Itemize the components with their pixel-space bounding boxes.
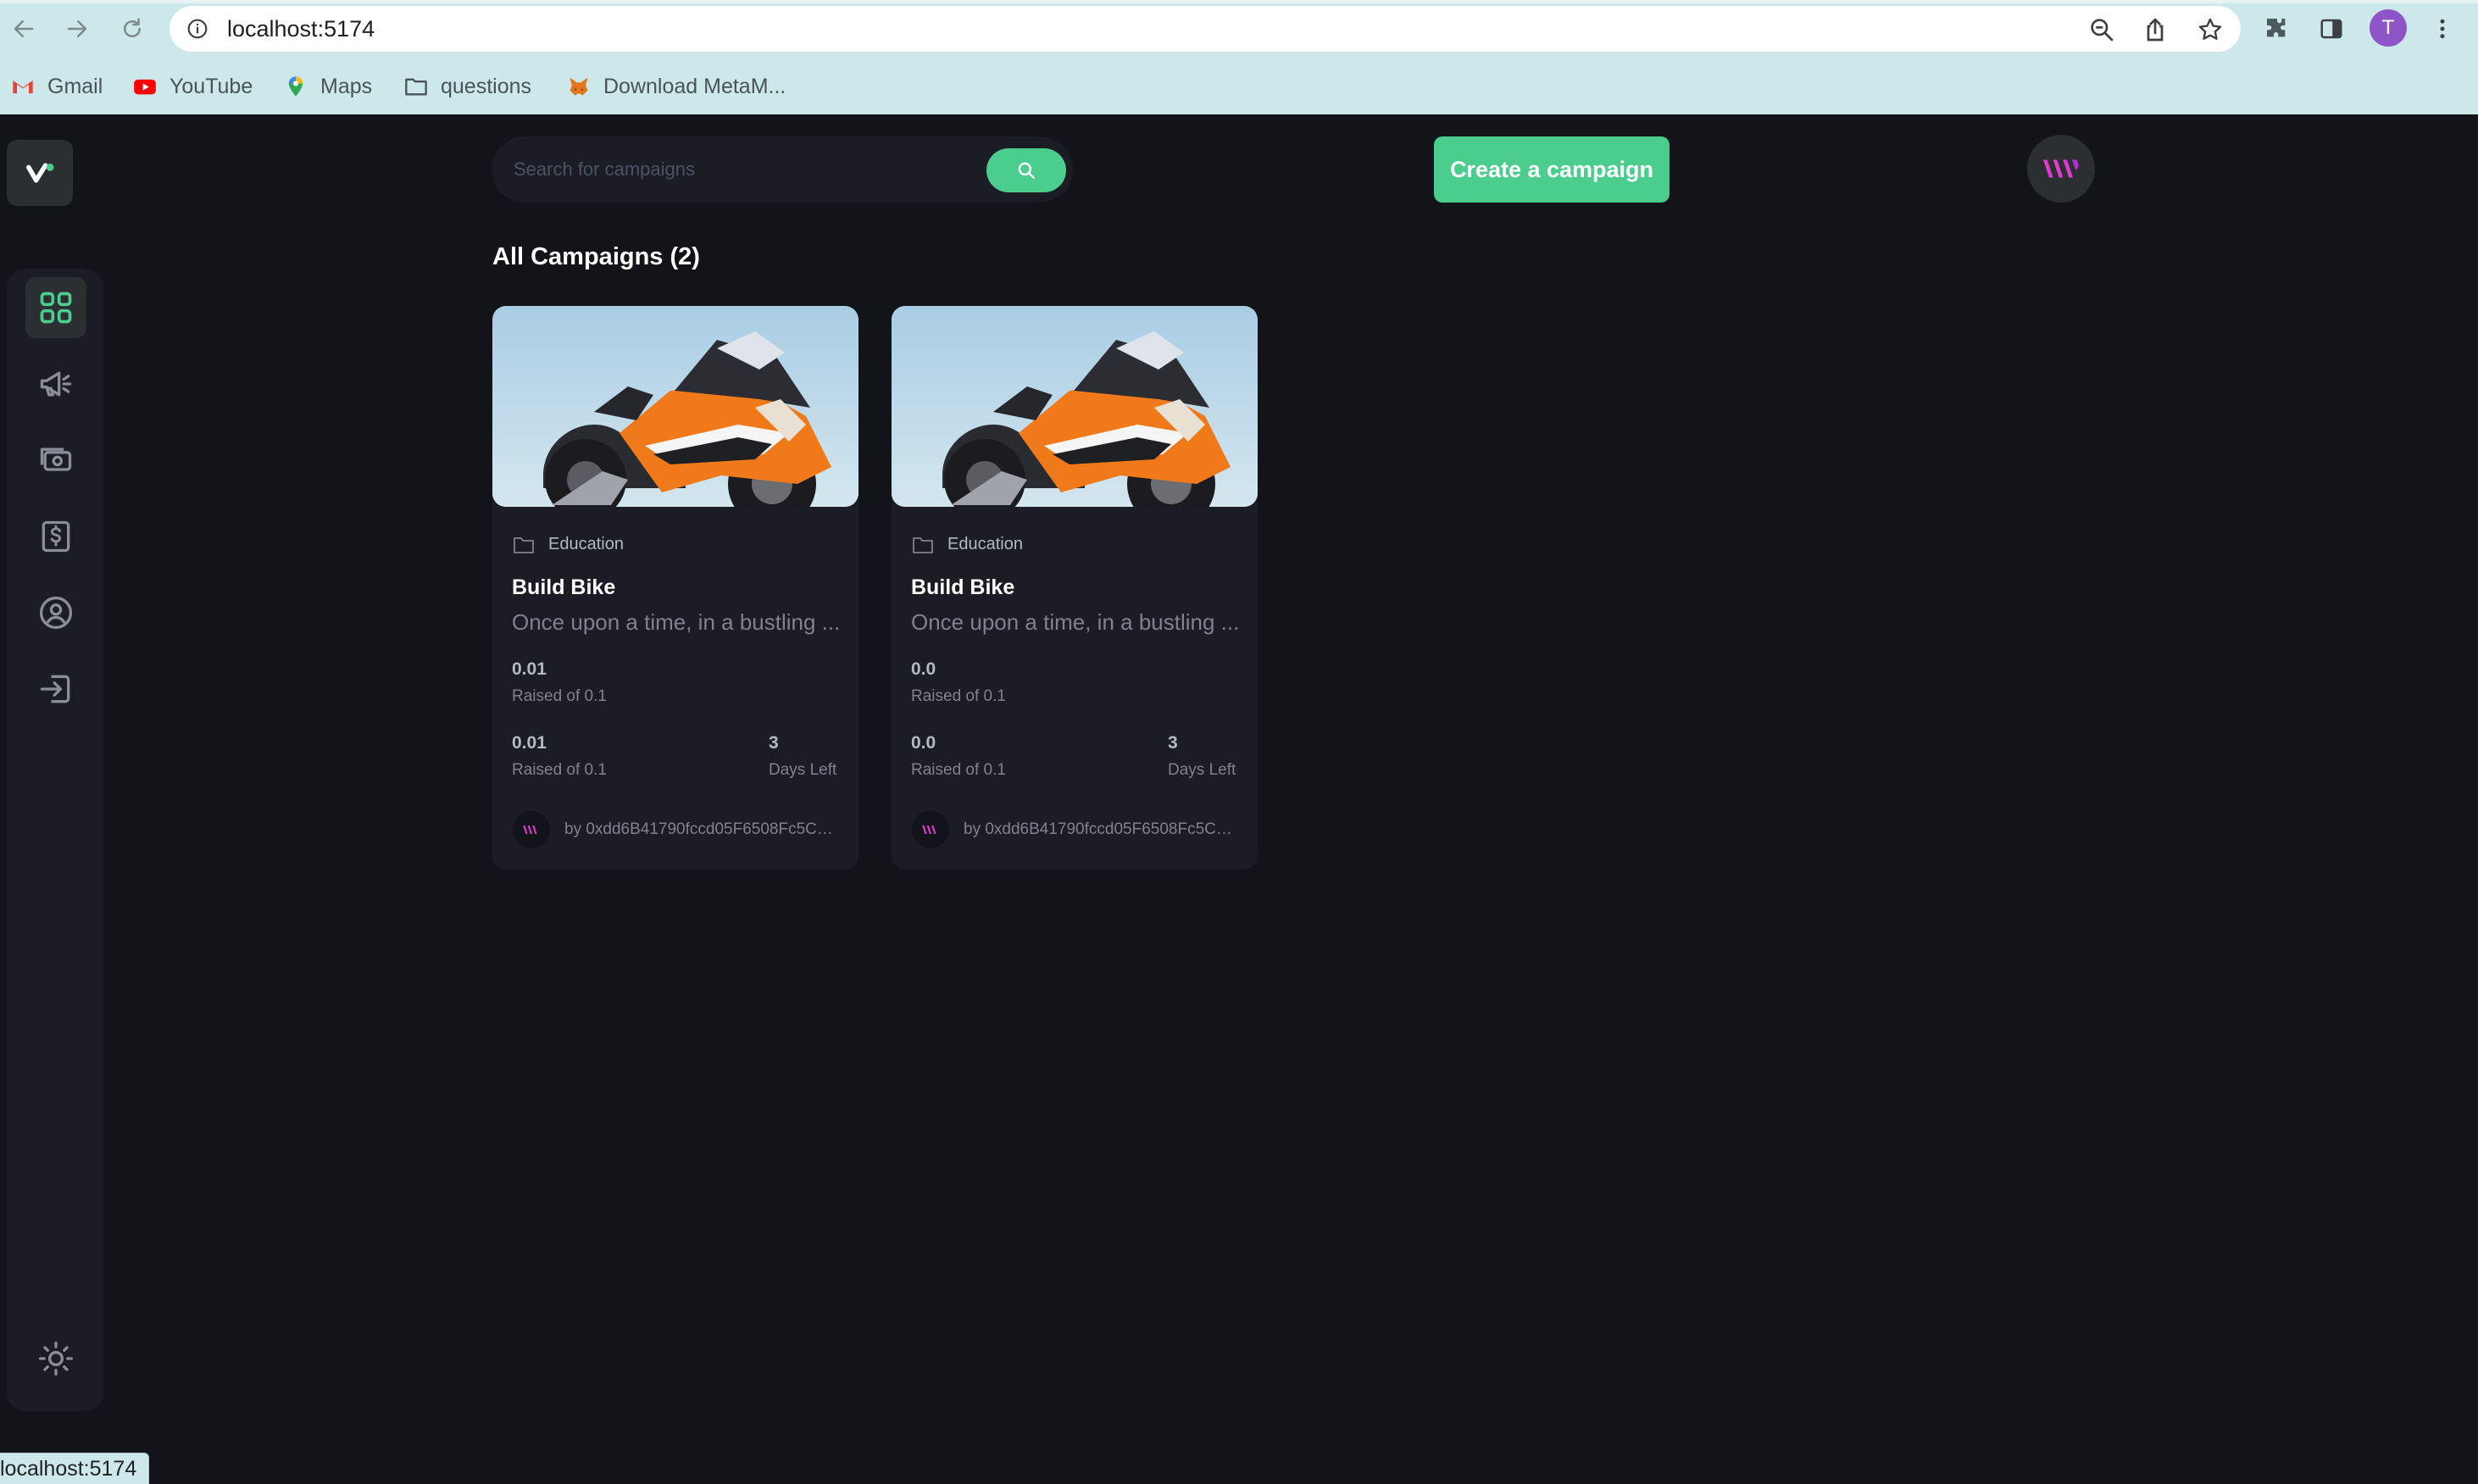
days-left-label: Days Left	[769, 761, 837, 779]
profile-icon	[39, 596, 73, 630]
raised-label: Raised of 0.1	[512, 687, 607, 705]
bookmark-gmail[interactable]: Gmail	[10, 68, 103, 105]
forward-button[interactable]	[58, 10, 96, 47]
metamask-icon	[566, 74, 592, 99]
zoom-icon[interactable]	[2088, 16, 2115, 43]
campaign-owner: by 0xdd6B41790fccd05F6508Fc5CBF...	[964, 820, 1242, 838]
folder-icon	[403, 74, 429, 99]
back-button[interactable]	[5, 10, 42, 47]
campaign-owner: by 0xdd6B41790fccd05F6508Fc5CBF...	[564, 820, 842, 838]
campaign-icon	[40, 371, 72, 397]
folder-icon	[514, 536, 534, 553]
search-icon	[1018, 162, 1035, 179]
sidebar-item-campaigns[interactable]	[25, 353, 86, 414]
address-url: localhost:5174	[227, 16, 375, 42]
page-title: All Campaigns (2)	[492, 243, 700, 270]
campaign-title: Build Bike	[911, 575, 1015, 599]
bookmark-maps[interactable]: Maps	[283, 68, 372, 105]
search-input[interactable]	[512, 150, 973, 189]
campaign-card[interactable]: Education Build Bike Once upon a time, i…	[492, 306, 858, 870]
folder-icon	[913, 536, 933, 553]
create-campaign-button[interactable]: Create a campaign	[1434, 136, 1670, 203]
owner-avatar	[912, 811, 949, 848]
thirdweb-logo-icon	[523, 825, 537, 834]
app-root: Create a campaign All Campaigns (2)	[0, 114, 2478, 1483]
forward-arrow-icon	[67, 20, 87, 37]
browser-chrome: localhost:5174 T Gmail YouTube Maps ques…	[0, 0, 2478, 114]
bookmark-label: Download MetaM...	[603, 74, 786, 98]
kebab-menu-icon	[2440, 19, 2445, 39]
bookmark-label: Gmail	[47, 74, 103, 98]
sun-icon	[39, 1342, 73, 1376]
raised-label: Raised of 0.1	[911, 761, 1006, 779]
campaign-title: Build Bike	[512, 575, 616, 599]
user-avatar[interactable]	[2027, 135, 2095, 203]
bookmark-label: Maps	[320, 74, 373, 98]
status-bubble: localhost:5174	[0, 1453, 150, 1484]
category-label: Education	[548, 535, 624, 553]
search-button[interactable]	[986, 148, 1066, 192]
payment-icon	[40, 447, 72, 471]
bookmarks-bar: Gmail YouTube Maps questions Download Me…	[0, 68, 1186, 105]
motorcycle-image	[492, 306, 858, 507]
sidebar	[7, 269, 103, 1411]
maps-icon	[283, 74, 308, 99]
campaign-card[interactable]: Education Build Bike Once upon a time, i…	[892, 306, 1258, 870]
campaign-description: Once upon a time, in a bustling ...	[911, 609, 1240, 635]
raised-amount: 0.0	[911, 733, 936, 753]
campaign-category: Education	[912, 535, 1023, 554]
share-icon[interactable]	[2142, 16, 2169, 43]
raised-amount: 0.0	[911, 659, 936, 679]
raised-amount: 0.01	[512, 733, 547, 753]
raised-label: Raised of 0.1	[911, 687, 1006, 705]
extensions-button[interactable]	[2260, 12, 2294, 46]
sidebar-item-dashboard[interactable]	[25, 277, 86, 338]
days-left-value: 3	[1168, 733, 1178, 753]
bookmark-questions[interactable]: questions	[403, 68, 531, 105]
sidebar-item-payment[interactable]	[25, 430, 86, 491]
info-icon[interactable]	[186, 18, 208, 40]
withdraw-icon	[42, 520, 70, 553]
campaign-category: Education	[513, 535, 624, 554]
back-arrow-icon	[14, 20, 34, 37]
reload-icon	[124, 18, 141, 37]
motorcycle-image	[892, 306, 1258, 507]
sidebar-item-logout[interactable]	[25, 659, 86, 720]
side-panel-button[interactable]	[2314, 12, 2348, 46]
search-bar	[492, 136, 1073, 203]
bookmark-metamask[interactable]: Download MetaM...	[566, 68, 786, 105]
campaign-image	[892, 306, 1258, 507]
bookmark-label: YouTube	[169, 74, 253, 98]
app-logo[interactable]	[7, 140, 73, 206]
raised-label: Raised of 0.1	[512, 761, 607, 779]
bookmark-youtube[interactable]: YouTube	[132, 68, 253, 105]
campaign-image	[492, 306, 858, 507]
profile-avatar[interactable]: T	[2370, 9, 2407, 47]
side-panel-icon	[2320, 19, 2342, 39]
theme-toggle[interactable]	[25, 1328, 86, 1389]
puzzle-icon	[2267, 19, 2286, 37]
menu-button[interactable]	[2425, 12, 2459, 46]
app-logo-icon	[26, 163, 54, 183]
tab-strip	[0, 0, 2478, 3]
address-bar[interactable]: localhost:5174	[169, 6, 2241, 52]
days-left-label: Days Left	[1168, 761, 1236, 779]
days-left-value: 3	[769, 733, 779, 753]
campaign-description: Once upon a time, in a bustling ...	[512, 609, 841, 635]
sidebar-item-profile[interactable]	[25, 582, 86, 643]
owner-avatar	[513, 811, 550, 848]
youtube-icon	[132, 74, 158, 99]
gmail-icon	[10, 74, 36, 99]
bookmark-label: questions	[441, 74, 532, 98]
category-label: Education	[947, 535, 1023, 553]
raised-amount: 0.01	[512, 659, 547, 679]
bookmark-star-icon[interactable]	[2197, 16, 2224, 43]
logout-icon	[40, 675, 70, 703]
thirdweb-logo-icon	[2043, 159, 2079, 178]
reload-button[interactable]	[114, 10, 151, 47]
dashboard-icon	[40, 292, 72, 324]
sidebar-item-withdraw[interactable]	[25, 506, 86, 567]
thirdweb-logo-icon	[922, 825, 936, 834]
